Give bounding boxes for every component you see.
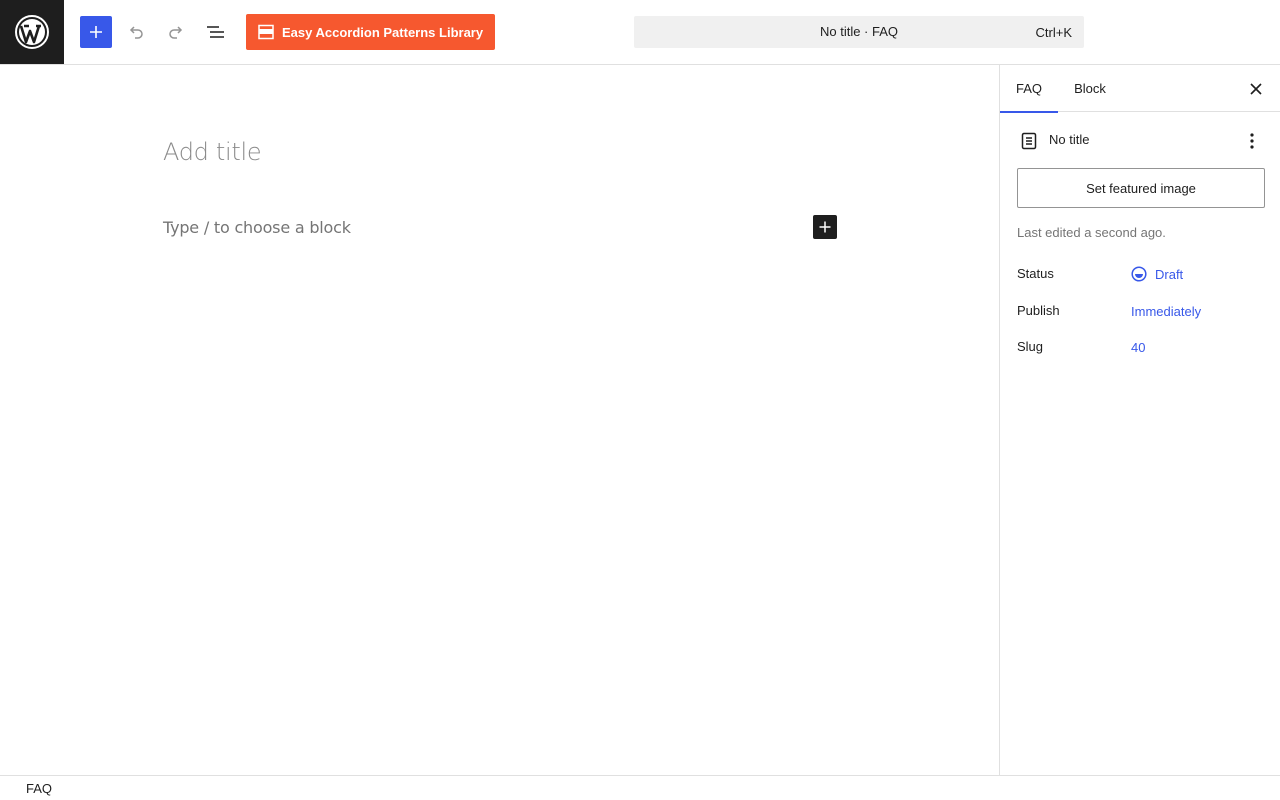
editor-header: Easy Accordion Patterns Library No title… <box>0 0 1280 65</box>
status-label: Status <box>1017 266 1054 281</box>
publish-value-button[interactable]: Immediately <box>1131 304 1201 319</box>
redo-icon <box>169 26 183 39</box>
wordpress-logo-icon[interactable] <box>0 0 64 64</box>
undo-icon <box>129 26 143 39</box>
more-vertical-icon <box>1250 133 1254 149</box>
tab-block[interactable]: Block <box>1062 65 1118 112</box>
post-card-title: No title <box>1049 132 1090 147</box>
plus-icon <box>90 26 102 38</box>
editor-canvas: Add title Type / to choose a block <box>0 65 999 775</box>
document-overview-button[interactable] <box>200 16 232 48</box>
draft-status-icon <box>1131 266 1147 282</box>
post-title-input[interactable]: Add title <box>163 138 262 166</box>
slug-value-button[interactable]: 40 <box>1131 340 1145 355</box>
publish-label: Publish <box>1017 303 1060 318</box>
redo-button[interactable] <box>160 16 192 48</box>
list-view-icon <box>207 26 224 38</box>
editor-footer: FAQ <box>0 775 1280 800</box>
close-icon <box>1250 83 1262 95</box>
plus-icon <box>819 221 831 233</box>
post-icon <box>1019 131 1039 151</box>
command-shortcut: Ctrl+K <box>1035 25 1072 40</box>
easy-accordion-patterns-library-label: Easy Accordion Patterns Library <box>282 24 484 40</box>
sidebar-tabs: FAQ Block <box>1000 65 1280 113</box>
status-value: Draft <box>1155 266 1184 282</box>
default-block-appender[interactable]: Type / to choose a block <box>163 218 351 237</box>
settings-sidebar: FAQ Block No title Set featured image La… <box>999 65 1280 775</box>
slug-label: Slug <box>1017 339 1044 354</box>
post-actions-button[interactable] <box>1240 129 1264 153</box>
command-palette-bar[interactable]: No title · FAQ Ctrl+K <box>634 16 1084 48</box>
set-featured-image-button[interactable]: Set featured image <box>1017 168 1265 208</box>
status-value-button[interactable]: Draft <box>1131 266 1183 282</box>
block-breadcrumb[interactable]: FAQ <box>26 781 52 796</box>
easy-accordion-patterns-library-button[interactable]: Easy Accordion Patterns Library <box>246 14 495 50</box>
layout-icon <box>258 24 274 40</box>
add-block-button[interactable] <box>813 215 837 239</box>
tab-faq[interactable]: FAQ <box>1000 65 1058 113</box>
close-sidebar-button[interactable] <box>1245 78 1267 100</box>
undo-button[interactable] <box>120 16 152 48</box>
block-inserter-button[interactable] <box>80 16 112 48</box>
last-edited-text: Last edited a second ago. <box>1017 225 1166 240</box>
document-title: No title · FAQ <box>819 24 899 39</box>
